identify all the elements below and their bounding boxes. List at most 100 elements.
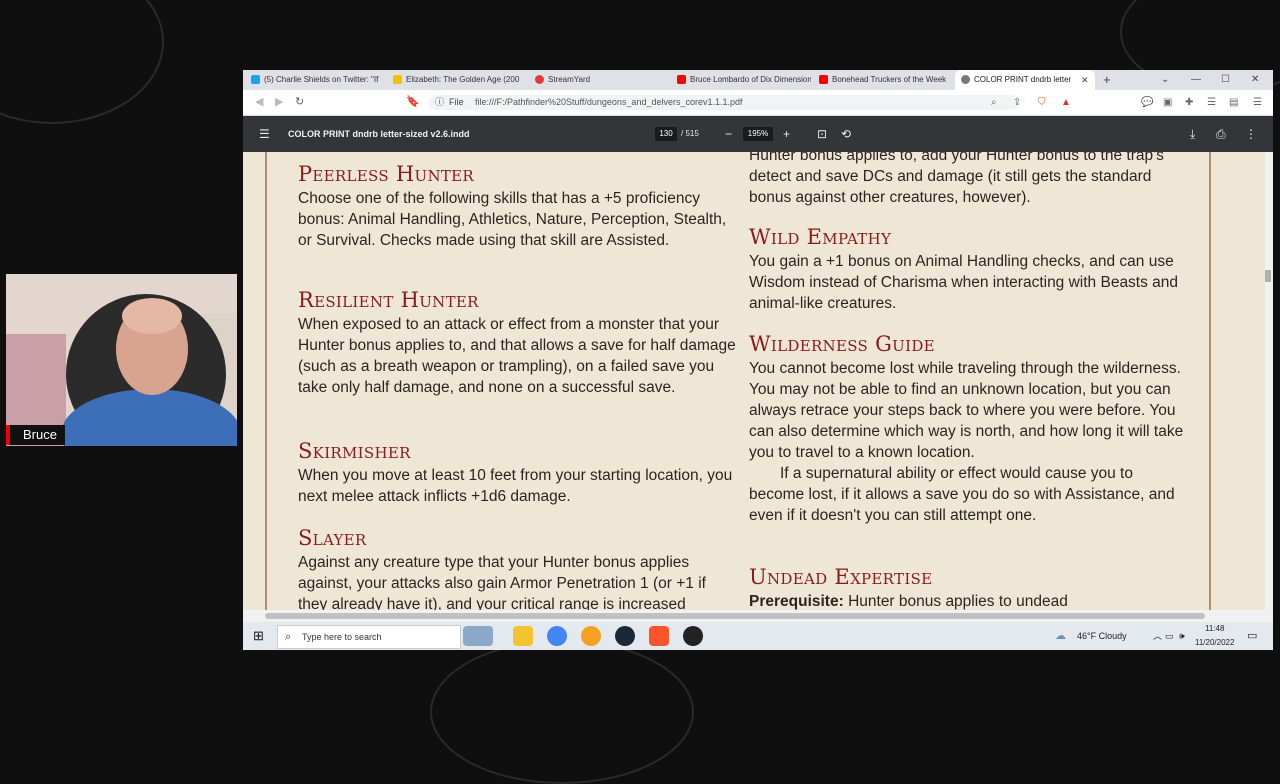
section-heading: Wild Empathy [749, 225, 892, 249]
weather-text[interactable]: 46°F Cloudy [1077, 622, 1127, 650]
section-continuation: Hunter bonus applies to, add your Hunter… [749, 152, 1189, 208]
back-icon[interactable]: ◀ [255, 90, 263, 115]
page-total: / 515 [681, 129, 699, 138]
url-text: file:///F:/Pathfinder%20Stuff/dungeons_a… [475, 97, 743, 107]
section-skirmisher: Skirmisher When you move at least 10 fee… [298, 437, 738, 507]
webcam-name-label: Bruce [6, 425, 65, 445]
chrome-canary-icon[interactable] [581, 626, 601, 646]
steam-icon[interactable] [615, 626, 635, 646]
section-heading: Undead Expertise [749, 565, 933, 589]
page-number-input[interactable]: 130 [655, 127, 677, 141]
puzzle-icon[interactable]: ✚ [1185, 90, 1193, 115]
section-heading: Slayer [298, 526, 367, 550]
network-icon[interactable]: ▭ [1165, 622, 1174, 650]
tab-color-print[interactable]: COLOR PRINT dndrb letter [955, 70, 1095, 90]
scrollbar-thumb[interactable] [1265, 270, 1271, 282]
extension-icon[interactable]: ▣ [1163, 90, 1172, 115]
taskbar-search-box[interactable]: ⌕ Type here to search [277, 625, 461, 649]
windows-taskbar: ⊞ ⌕ Type here to search ☁ 46°F Cloudy ︿ … [243, 622, 1273, 650]
streamyard-icon [535, 75, 544, 85]
tab-bonehead-truckers[interactable]: Bonehead Truckers of the Week [813, 70, 953, 90]
pdf-title: COLOR PRINT dndrb letter-sized v2.6.indd [288, 129, 470, 139]
address-bar[interactable]: ⓘ File file:///F:/Pathfinder%20Stuff/dun… [429, 95, 1019, 110]
wallet-icon[interactable]: ▤ [1229, 90, 1238, 115]
imdb-icon [393, 75, 402, 85]
zoom-in-icon[interactable]: + [783, 116, 790, 152]
section-text: You cannot become lost while traveling t… [749, 360, 1184, 461]
forward-icon[interactable]: ▶ [275, 90, 283, 115]
section-peerless-hunter: Peerless Hunter Choose one of the follow… [298, 160, 738, 251]
prerequisite-line: Prerequisite: Hunter bonus applies to un… [749, 591, 1189, 610]
close-tab-icon[interactable]: ✕ [1081, 70, 1089, 90]
zoom-out-icon[interactable]: − [725, 116, 732, 152]
prerequisite-label: Prerequisite: [749, 593, 844, 610]
more-options-icon[interactable]: ⋮ [1245, 116, 1257, 152]
app-icon[interactable] [683, 626, 703, 646]
youtube-icon [677, 75, 686, 85]
brave-rewards-icon[interactable]: ▲ [1061, 90, 1071, 115]
task-view-icon[interactable] [463, 626, 493, 646]
search-icon: ⌕ [285, 631, 292, 643]
weather-icon[interactable]: ☁ [1055, 622, 1066, 650]
pdf-page: Peerless Hunter Choose one of the follow… [243, 152, 1265, 610]
webcam-overlay: Bruce [6, 274, 237, 446]
chrome-icon[interactable] [547, 626, 567, 646]
section-heading: Wilderness Guide [749, 332, 935, 356]
section-text: When exposed to an attack or effect from… [298, 316, 736, 396]
zoom-level-input[interactable]: 195% [743, 127, 773, 141]
section-wilderness-guide: Wilderness Guide You cannot become lost … [749, 330, 1189, 526]
maximize-button[interactable]: ☐ [1221, 70, 1230, 90]
zoom-icon[interactable]: ⌕ [991, 90, 997, 115]
fit-page-icon[interactable]: ⊡ [817, 116, 827, 152]
tab-strip: (5) Charlie Shields on Twitter: "If Eliz… [243, 70, 1273, 90]
twitter-icon [251, 75, 260, 85]
tab-streamyard[interactable]: StreamYard [529, 70, 669, 90]
hamburger-menu-icon[interactable]: ☰ [259, 116, 270, 152]
tray-chevron-icon[interactable]: ︿ [1153, 622, 1162, 650]
webcam-video [6, 274, 237, 446]
tab-elizabeth[interactable]: Elizabeth: The Golden Age (200 [387, 70, 527, 90]
reading-list-icon[interactable]: ☰ [1207, 90, 1216, 115]
section-heading: Resilient Hunter [298, 288, 479, 312]
new-tab-button[interactable]: + [1103, 70, 1111, 90]
scrollbar-thumb[interactable] [265, 613, 1205, 619]
clock-date[interactable]: 11/20/2022 [1195, 629, 1234, 650]
background-decoration [0, 0, 164, 124]
globe-icon [961, 75, 970, 85]
horizontal-scrollbar[interactable] [243, 610, 1273, 622]
tab-bruce-lombardo[interactable]: Bruce Lombardo of Dix Dimension [671, 70, 811, 90]
tab-twitter[interactable]: (5) Charlie Shields on Twitter: "If [245, 70, 385, 90]
browser-window: (5) Charlie Shields on Twitter: "If Eliz… [243, 70, 1273, 650]
bookmark-icon[interactable]: 🔖 [406, 90, 420, 115]
menu-icon[interactable]: ☰ [1253, 90, 1262, 115]
rotate-icon[interactable]: ⟲ [841, 116, 851, 152]
section-text: Against any creature type that your Hunt… [298, 554, 706, 610]
section-text: You gain a +1 bonus on Animal Handling c… [749, 253, 1179, 312]
section-text: When you move at least 10 feet from your… [298, 467, 733, 505]
file-explorer-icon[interactable] [513, 626, 533, 646]
vertical-scrollbar[interactable] [1265, 152, 1273, 610]
close-window-button[interactable]: ✕ [1251, 70, 1259, 90]
brave-shield-icon[interactable]: ⛉ [1038, 90, 1046, 115]
section-resilient-hunter: Resilient Hunter When exposed to an atta… [298, 286, 738, 398]
chat-icon[interactable]: 💬 [1141, 90, 1153, 115]
tab-search-icon[interactable]: ⌄ [1161, 70, 1169, 90]
notifications-icon[interactable]: ▭ [1247, 622, 1257, 650]
minimize-button[interactable]: — [1191, 70, 1201, 90]
brave-icon[interactable] [649, 626, 669, 646]
reload-icon[interactable]: ↻ [295, 90, 304, 115]
section-text: Hunter bonus applies to, add your Hunter… [749, 152, 1164, 206]
info-icon: ⓘ [435, 97, 445, 107]
section-undead-expertise: Undead Expertise Prerequisite: Hunter bo… [749, 563, 1189, 610]
youtube-icon [819, 75, 828, 85]
search-placeholder: Type here to search [302, 632, 382, 642]
share-icon[interactable]: ⇪ [1013, 90, 1021, 115]
background-decoration [430, 640, 694, 784]
section-wild-empathy: Wild Empathy You gain a +1 bonus on Anim… [749, 223, 1189, 314]
windows-start-icon[interactable]: ⊞ [253, 622, 264, 650]
volume-icon[interactable]: 🕪 [1179, 622, 1185, 650]
download-icon[interactable]: ⤓ [1190, 116, 1195, 152]
print-icon[interactable]: ⎙ [1216, 116, 1226, 152]
scheme-label: File [449, 97, 464, 107]
section-text: Choose one of the following skills that … [298, 190, 727, 249]
